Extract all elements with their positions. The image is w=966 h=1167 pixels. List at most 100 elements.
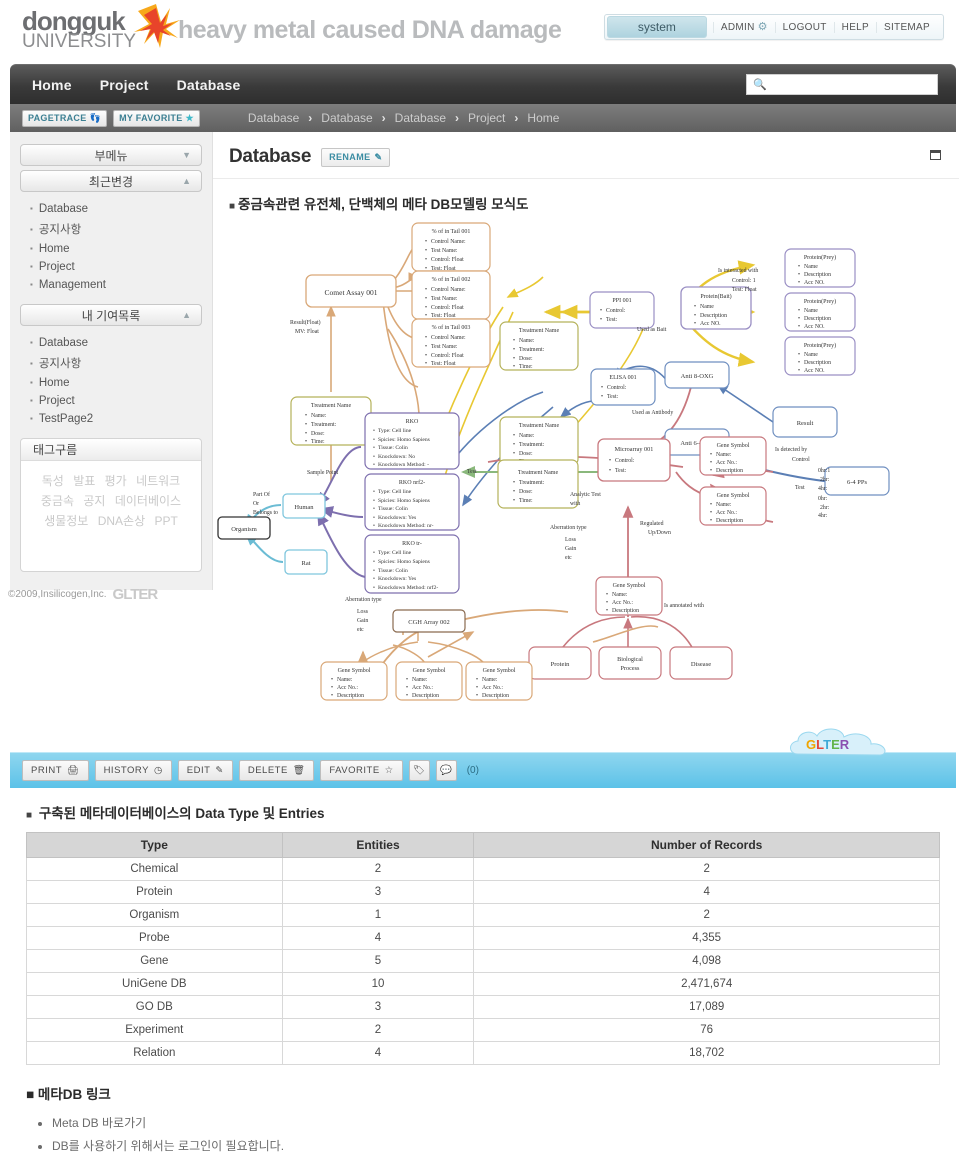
diagram-node-result[interactable]: Result (772, 406, 838, 438)
tag-item-7[interactable]: 생물정보 (44, 514, 88, 528)
svg-text:Treatment Name: Treatment Name (519, 328, 560, 334)
tag-item-1[interactable]: 발표 (73, 474, 95, 488)
favorite-button[interactable]: FAVORITE ☆ (320, 760, 403, 781)
system-menu-sitemap[interactable]: SITEMAP (876, 21, 937, 33)
cell-entities: 3 (281, 995, 475, 1019)
diagram-node-gene-symbol-b3[interactable]: Gene Symbol • Name: • Acc No.: • Descriptio… (465, 661, 533, 701)
diagram-node-rko-tr[interactable]: RKO tr- • Type: Cell line • Spicies: Homo … (364, 534, 460, 594)
breadcrumb-item-1[interactable]: Database (321, 111, 372, 125)
breadcrumb-item-0[interactable]: Database (248, 111, 299, 125)
svg-text:0hr:1: 0hr:1 (818, 468, 830, 474)
table-row: Chemical 2 2 (26, 857, 940, 881)
system-tab-active[interactable]: system (606, 16, 707, 38)
diagram-node-treatment-2[interactable]: Treatment Name • Name: • Treatment: • Dose:… (499, 321, 579, 371)
sidebar-item-contrib-1[interactable]: 공지사항 (30, 352, 202, 374)
cell-entities: 4 (281, 1041, 475, 1065)
diagram-node-organism[interactable]: Organism (217, 516, 271, 540)
delete-button[interactable]: DELETE 🗑 (238, 760, 315, 781)
tag-item-0[interactable]: 독성 (42, 474, 64, 488)
diagram-node-microarray-001[interactable]: Microarray 001 • Control: • Test: (597, 438, 671, 482)
search-box[interactable]: 🔍 (746, 74, 938, 95)
diagram-node-treatment-3[interactable]: Treatment Name • Name: • Treatment: • Dose:… (499, 416, 579, 466)
tag-button[interactable]: 🏷 (408, 760, 430, 781)
sidebar-item-contrib-3[interactable]: Project (30, 392, 202, 410)
sidebar-item-contrib-2[interactable]: Home (30, 374, 202, 392)
diagram-node-treatment-4[interactable]: Treatment Name • Treatment: • Dose: • Time: (497, 459, 579, 509)
nav-item-project[interactable]: Project (100, 77, 149, 93)
diagram-node-rko-nrf2[interactable]: RKO nrf2- • Type: Cell line • Spicies: Hom… (364, 473, 460, 531)
diagram-node-human[interactable]: Human (282, 493, 326, 519)
diagram-node-gene-symbol-b2[interactable]: Gene Symbol • Name: • Acc No.: • Descriptio… (395, 661, 463, 701)
diagram-node-disease[interactable]: Disease (669, 646, 733, 680)
comment-button[interactable]: 💬 (435, 760, 457, 781)
breadcrumb-item-2[interactable]: Database (395, 111, 446, 125)
diagram-node-protein-prey-2[interactable]: Protein(Prey) • Name • Description • Acc NO… (784, 292, 856, 332)
diagram-node-gene-symbol-center[interactable]: Gene Symbol • Name: • Acc No.: • Descriptio… (595, 576, 663, 616)
diagram-node-tail-001[interactable]: % of in Tail 001 • Control Name: • Test Na… (411, 222, 491, 272)
sidebar-item-recent-0[interactable]: Database (30, 200, 202, 218)
tag-item-5[interactable]: 공지 (83, 494, 105, 508)
diagram-node-tail-002[interactable]: % of in Tail 002 • Control Name: • Test Na… (411, 270, 491, 320)
edit-button[interactable]: EDIT ✎ (177, 760, 233, 781)
print-button[interactable]: PRINT 🖨 (22, 760, 89, 781)
system-menu-admin[interactable]: ADMIN ⚙ (712, 21, 775, 33)
main-navigation: Home Project Database 🔍 (10, 64, 956, 104)
tag-item-2[interactable]: 평가 (105, 474, 127, 488)
sidebar-item-recent-2[interactable]: Home (30, 240, 202, 258)
system-menu-logout[interactable]: LOGOUT (774, 21, 834, 33)
diagram-node-biological-process[interactable]: Biological Process (598, 646, 662, 680)
search-input[interactable] (766, 77, 927, 92)
diagram-node-64pps[interactable]: 6-4 PPs (824, 466, 890, 496)
svg-text:Gene Symbol: Gene Symbol (717, 493, 750, 499)
breadcrumb-item-3[interactable]: Project (468, 111, 505, 125)
system-menu: system ADMIN ⚙ LOGOUT HELP SITEMAP (603, 14, 944, 40)
sidebar-section-submenu[interactable]: 부메뉴 ▼ (20, 144, 202, 166)
sidebar-item-recent-1[interactable]: 공지사항 (30, 218, 202, 240)
diagram-node-protein[interactable]: Protein (528, 646, 592, 680)
svg-text:•Knockdown: Yes: • Knockdown: Yes (373, 576, 416, 582)
diagram-node-protein-bait[interactable]: Protein(Bait) • Name • Description • Acc NO… (680, 286, 752, 330)
table-section-title: ■ 구축된 메타데이터베이스의 Data Type 및 Entries (26, 806, 325, 821)
glter-logo-small: GLTER (112, 586, 159, 603)
sidebar-section-recent[interactable]: 최근변경 ▲ (20, 170, 202, 192)
tag-item-9[interactable]: PPT (154, 514, 177, 528)
link-item-metadb[interactable]: Meta DB 바로가기 (52, 1111, 940, 1134)
sidebar-item-contrib-0[interactable]: Database (30, 334, 202, 352)
diagram-node-gene-symbol-b1[interactable]: Gene Symbol • Name: • Acc No.: • Descriptio… (320, 661, 388, 701)
pagetrace-button[interactable]: PAGETRACE 👣 (22, 109, 108, 127)
diagram-node-protein-prey-1[interactable]: Protein(Prey) • Name • Description • Acc NO… (784, 248, 856, 288)
diagram-node-elisa-001[interactable]: ELISA 001 • Control: • Test: (590, 368, 656, 406)
diagram-node-cgh-array-002[interactable]: CGH Array 002 (392, 609, 466, 633)
diagram-node-anti-8oxg[interactable]: Anti 8-OXG (664, 361, 730, 389)
diagram-node-protein-prey-3[interactable]: Protein(Prey) • Name • Description • Acc NO… (784, 336, 856, 376)
diagram-node-treatment-1[interactable]: Treatment Name • Name: • Treatment: • Dose:… (290, 396, 372, 446)
diagram-node-rat[interactable]: Rat (284, 549, 328, 575)
diagram-node-gene-symbol-r2[interactable]: Gene Symbol • Name: • Acc No.: • Descriptio… (699, 486, 767, 526)
diagram-node-rko[interactable]: RKO • Type: Cell line • Spicies: Homo Sapi… (364, 412, 460, 470)
nav-item-database[interactable]: Database (177, 77, 241, 93)
sidebar-item-recent-4[interactable]: Management (30, 276, 202, 294)
sidebar-item-contrib-4[interactable]: TestPage2 (30, 410, 202, 428)
tag-item-3[interactable]: 네트워크 (136, 474, 180, 488)
diagram-node-tail-003[interactable]: % of in Tail 003 • Control Name: • Test Na… (411, 318, 491, 368)
svg-text:Sample Point: Sample Point (307, 470, 338, 476)
diagram-node-gene-symbol-r1[interactable]: Gene Symbol • Name: • Acc No.: • Descriptio… (699, 436, 767, 476)
cell-records: 2 (473, 903, 940, 927)
tag-item-8[interactable]: DNA손상 (98, 514, 145, 528)
my-favorite-button[interactable]: MY FAVORITE ★ (113, 109, 200, 127)
cell-type: Organism (26, 903, 283, 927)
diagram-node-ppi-001[interactable]: PPI 001 • Control: • Test: (589, 291, 655, 329)
restore-window-icon[interactable] (930, 150, 941, 160)
chevron-down-icon: ▼ (182, 150, 191, 160)
breadcrumb-item-4[interactable]: Home (527, 111, 559, 125)
sidebar-item-recent-3[interactable]: Project (30, 258, 202, 276)
university-logo[interactable]: dongguk UNIVERSITY (22, 8, 136, 51)
tag-item-6[interactable]: 데이터베이스 (115, 494, 181, 508)
system-menu-help[interactable]: HELP (833, 21, 876, 33)
nav-item-home[interactable]: Home (32, 77, 72, 93)
sidebar-section-contributions[interactable]: 내 기여목록 ▲ (20, 304, 202, 326)
rename-button[interactable]: RENAME ✎ (321, 147, 391, 167)
history-button[interactable]: HISTORY ◷ (94, 760, 172, 781)
diagram-node-comet-assay[interactable]: Comet Assay 001 (305, 274, 397, 308)
tag-item-4[interactable]: 중금속 (41, 494, 74, 508)
